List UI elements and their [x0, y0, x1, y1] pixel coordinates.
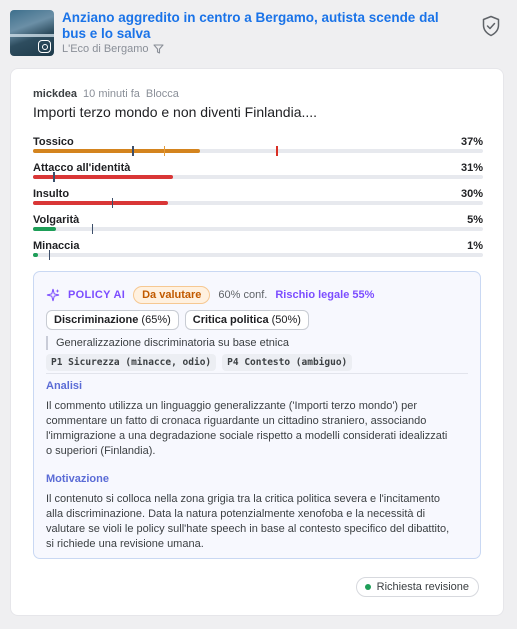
chip-critica-politica: Critica politica (50%): [184, 310, 309, 330]
category-marker: [276, 146, 278, 156]
article-title[interactable]: Anziano aggredito in centro a Bergamo, a…: [62, 10, 462, 42]
category-fill: [33, 253, 39, 257]
policy-code-p4: P4 Contesto (ambiguo): [222, 354, 353, 371]
motivation-heading: Motivazione: [46, 473, 109, 485]
category-track: [33, 198, 483, 208]
category-marker: [48, 250, 51, 260]
analysis-line: commentare un fatto di cronaca riguardan…: [46, 415, 427, 427]
category-percent: 30%: [460, 188, 483, 200]
category-row: Minaccia 1%: [33, 240, 483, 262]
category-fill: [33, 227, 56, 231]
policy-title: POLICY AI: [68, 289, 126, 301]
category-marker: [111, 198, 114, 208]
article-header: Anziano aggredito in centro a Bergamo, a…: [0, 0, 517, 64]
chip-score: (50%): [271, 314, 301, 326]
review-status-badge[interactable]: Richiesta revisione: [355, 577, 479, 597]
category-percent: 5%: [467, 214, 483, 226]
category-percent: 31%: [460, 162, 483, 174]
comment-time: 10 minuti fa: [83, 88, 140, 100]
analysis-line: o superiori (Finlandia).: [46, 445, 156, 457]
chip-name: Critica politica: [192, 314, 269, 326]
category-fill: [33, 149, 200, 153]
thumbnail-band: [10, 34, 54, 37]
chip-name: Discriminazione: [54, 314, 139, 326]
motivation-text: Il contenuto si colloca nella zona grigi…: [46, 492, 466, 552]
confidence-value: 60% conf.: [218, 289, 268, 301]
legal-risk-value: Rischio legale 55%: [275, 289, 375, 301]
category-row: Tossico 37%: [33, 136, 483, 158]
policy-description: Generalizzazione discriminatoria su base…: [46, 336, 289, 350]
motivation-line: si richiede una revisione umana.: [46, 538, 204, 550]
chip-score: (65%): [141, 314, 171, 326]
filter-icon[interactable]: [153, 44, 165, 54]
category-fill: [33, 201, 168, 205]
category-label: Insulto: [33, 188, 70, 200]
analysis-heading: Analisi: [46, 380, 83, 392]
analysis-line: Il commento utilizza un linguaggio gener…: [46, 400, 418, 412]
instagram-icon: [38, 40, 51, 53]
policy-code-p1: P1 Sicurezza (minacce, odio): [46, 354, 217, 371]
motivation-line: Il contenuto si colloca nella zona grigi…: [46, 493, 441, 505]
sparkle-icon: [46, 288, 60, 302]
category-row: Volgarità 5%: [33, 214, 483, 236]
chip-discriminazione: Discriminazione (65%): [46, 310, 179, 330]
analysis-text: Il commento utilizza un linguaggio gener…: [46, 399, 466, 459]
category-marker: [91, 224, 93, 234]
category-row: Attacco all'identità 31%: [33, 162, 483, 184]
policy-header: POLICY AI Da valutare 60% conf. Rischio …: [46, 285, 374, 305]
category-track: [33, 250, 483, 260]
category-track: [33, 146, 483, 156]
analysis-line: l'immigrazione a una degradazione social…: [46, 430, 448, 442]
comment-author[interactable]: mickdea: [33, 88, 77, 100]
category-track: [33, 224, 483, 234]
status-label: Richiesta revisione: [376, 581, 469, 593]
comment-card: mickdea 10 minuti fa Blocca Importi terz…: [10, 68, 504, 616]
category-marker: [132, 146, 134, 156]
category-row: Insulto 30%: [33, 188, 483, 210]
comment-text: Importi terzo mondo e non diventi Finlan…: [33, 104, 318, 120]
category-track: [33, 172, 483, 182]
policy-codes: P1 Sicurezza (minacce, odio) P4 Contesto…: [46, 354, 353, 371]
divider: [46, 373, 468, 374]
comment-meta: mickdea 10 minuti fa Blocca: [33, 88, 179, 100]
motivation-line: alla discriminazione. Data la natura pot…: [46, 508, 426, 520]
category-percent: 1%: [467, 240, 483, 252]
article-source: L'Eco di Bergamo: [62, 43, 165, 55]
block-button[interactable]: Blocca: [146, 88, 179, 100]
motivation-line: valutare se violi le policy sull'hate sp…: [46, 523, 450, 535]
category-label: Volgarità: [33, 214, 80, 226]
category-label: Minaccia: [33, 240, 80, 252]
policy-ai-panel: POLICY AI Da valutare 60% conf. Rischio …: [33, 271, 481, 559]
status-dot: [364, 584, 371, 590]
policy-chips: Discriminazione (65%) Critica politica (…: [46, 310, 309, 330]
shield-check-icon[interactable]: [481, 15, 501, 37]
category-marker: [163, 146, 165, 156]
article-thumbnail[interactable]: [10, 10, 54, 56]
category-percent: 37%: [460, 136, 483, 148]
verdict-badge: Da valutare: [133, 286, 211, 304]
source-name: L'Eco di Bergamo: [62, 43, 149, 55]
category-marker: [53, 172, 55, 182]
category-label: Tossico: [33, 136, 74, 148]
category-label: Attacco all'identità: [33, 162, 131, 174]
